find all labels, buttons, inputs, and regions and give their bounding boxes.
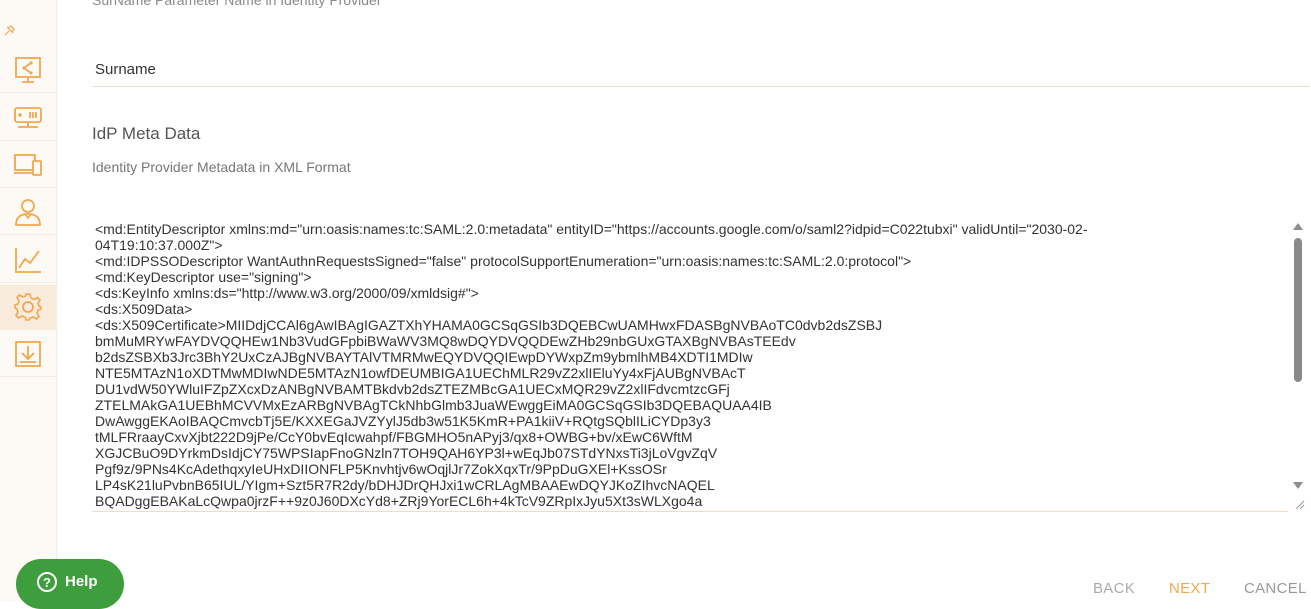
xml-line: LP4sK21luPvbnB65IUL/YIgm+Szt5R7R2dy/bDHJ… [95,477,715,493]
sidebar-item-share[interactable] [0,48,56,93]
xml-line: b2dsZSBXb3Jrc3BhY2UxCzAJBgNVBAYTAlVTMRMw… [95,349,753,365]
help-label: Help [65,573,98,590]
xml-line: 04T19:10:37.000Z"> [95,237,223,253]
surname-field-description: SurName Parameter Name in Identity Provi… [92,0,382,8]
idp-metadata-textarea[interactable]: <md:EntityDescriptor xmlns:md="urn:oasis… [92,218,1288,512]
sidebar-item-analytics[interactable] [0,238,56,283]
xml-line: NTE5MTAzN1oXDTMwMDIwNDE5MTAzN1owfDEUMBIG… [95,365,746,381]
sidebar-item-server[interactable] [0,96,56,141]
xml-line: Pgf9z/9PNs4KcAdethqxyIeUHxDIIONFLP5Knvht… [95,461,667,477]
xml-line: <ds:X509Certificate>MIIDdjCCAl6gAwIBAgIG… [95,317,883,333]
xml-line: <ds:X509Data> [95,301,193,317]
xml-line: XGJCBuO9DYrkmDsIdjCY75WPSIapFnoGNzln7TOH… [95,445,718,461]
xml-line: <ds:KeyInfo xmlns:ds="http://www.w3.org/… [95,285,479,301]
scroll-down-arrow-icon[interactable] [1293,482,1303,489]
share-screen-icon [15,57,41,83]
user-icon [15,199,41,226]
xml-line: DwAwggEKAoIBAQCmvcbTj5E/KXXEGaJVZYylJ5db… [95,413,711,429]
pin-icon[interactable] [2,24,16,38]
xml-line: bmMuMRYwFAYDVQQHEw1Nb3VudGFpbiBWaWV3MQ8w… [95,333,796,349]
cancel-button[interactable]: CANCEL [1244,580,1307,597]
next-button[interactable]: NEXT [1169,580,1210,597]
question-circle-icon: ? [37,572,57,592]
chart-icon [15,248,41,273]
xml-line: 6k0EGOMHEHwv+OQtT59wLM8hDKPSuVRQfbU/XNLu… [95,509,1285,511]
xml-line: <md:EntityDescriptor xmlns:md="urn:oasis… [95,221,1088,237]
back-button[interactable]: BACK [1093,580,1135,597]
surname-input[interactable] [92,52,1310,87]
resize-grip-icon[interactable] [1293,498,1305,510]
help-button[interactable]: ? Help [16,559,124,609]
xml-line: DU1vdW50YWluIFZpZXcxDzANBgNVBAMTBkdvb2ds… [95,381,730,397]
sidebar-item-settings[interactable] [0,285,56,330]
idp-meta-description: Identity Provider Metadata in XML Format [92,159,351,175]
xml-line: tMLFRraayCxvXjbt222D9jPe/CcY0bvEqIcwahpf… [95,429,693,445]
scroll-thumb[interactable] [1294,238,1302,382]
idp-meta-title: IdP Meta Data [92,124,201,143]
devices-icon [14,154,42,176]
xml-line: BQADggEBAKaLcQwpa0jrzF++9z0J60DXcYd8+ZRj… [95,493,703,509]
sidebar-item-download[interactable] [0,332,56,377]
xml-line: <md:KeyDescriptor use="signing"> [95,269,312,285]
scroll-up-arrow-icon[interactable] [1293,223,1303,230]
sidebar-item-users[interactable] [0,190,56,235]
xml-line: ZTELMAkGA1UEBhMCVVMxEzARBgNVBAgTCkNhbGlm… [95,397,772,413]
download-icon [15,341,41,367]
textarea-scrollbar[interactable] [1291,218,1305,494]
server-icon [14,107,42,128]
xml-line: <md:IDPSSODescriptor WantAuthnRequestsSi… [95,253,912,269]
sidebar [0,0,57,601]
gear-icon [14,293,42,321]
sidebar-item-devices[interactable] [0,143,56,188]
